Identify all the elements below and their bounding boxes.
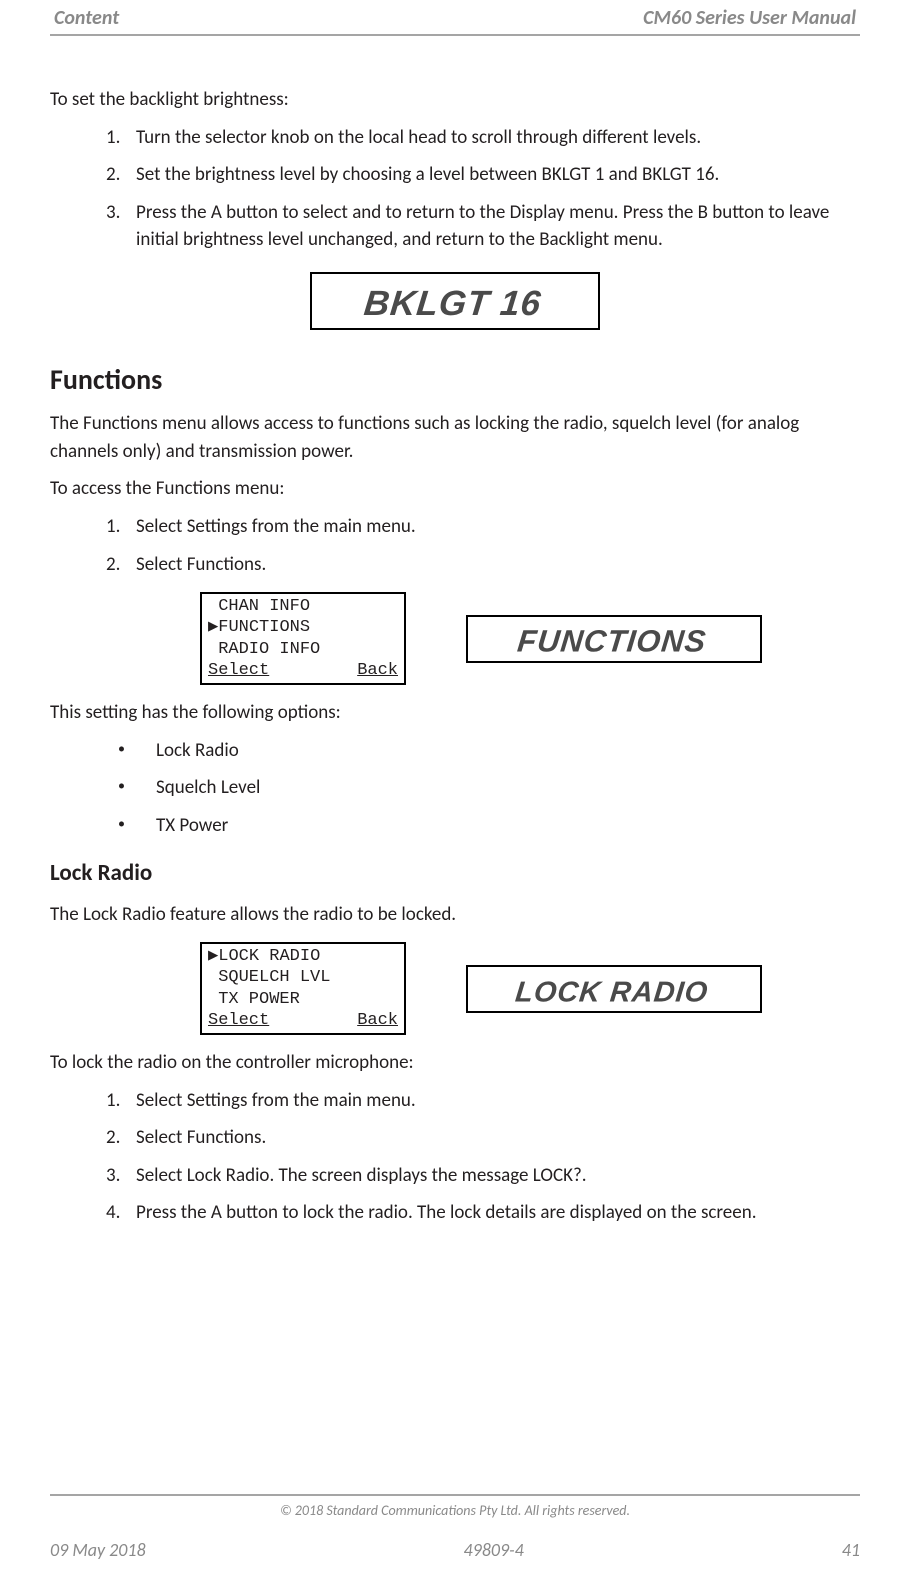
svg-text:BKLGT 16: BKLGT 16 bbox=[362, 284, 543, 323]
svg-text:FUNCTIONS: FUNCTIONS bbox=[516, 623, 708, 658]
menu-back-label: Back bbox=[357, 660, 398, 681]
copyright-bar: © 2018 Standard Communications Pty Ltd. … bbox=[50, 1494, 860, 1519]
menu-display-lockradio: ▶LOCK RADIO SQUELCH LVL TX POWER SelectB… bbox=[200, 942, 406, 1035]
lockradio-menu-row: ▶LOCK RADIO SQUELCH LVL TX POWER SelectB… bbox=[200, 942, 860, 1035]
list-item: Select Lock Radio. The screen displays t… bbox=[136, 1162, 860, 1190]
functions-desc: The Functions menu allows access to func… bbox=[50, 410, 860, 465]
page-body: To set the backlight brightness: Turn th… bbox=[50, 36, 860, 1227]
lcd-display-lockradio: LOCK RADIO bbox=[466, 965, 762, 1013]
backlight-steps: Turn the selector knob on the local head… bbox=[50, 124, 860, 254]
menu-select-label: Select bbox=[208, 660, 269, 681]
list-item: Press the A button to lock the radio. Th… bbox=[136, 1199, 860, 1227]
svg-text:LOCK RADIO: LOCK RADIO bbox=[514, 976, 710, 1008]
menu-select-label: Select bbox=[208, 1010, 269, 1031]
footer-page: 41 bbox=[842, 1539, 860, 1561]
header-left: Content bbox=[54, 6, 119, 30]
menu-display-functions: CHAN INFO ▶FUNCTIONS RADIO INFO SelectBa… bbox=[200, 592, 406, 685]
lockradio-heading: Lock Radio bbox=[50, 857, 860, 890]
list-item: Press the A button to select and to retu… bbox=[136, 199, 860, 254]
menu-marker-icon: ▶ bbox=[208, 947, 218, 966]
page: Content CM60 Series User Manual To set t… bbox=[0, 0, 910, 1573]
list-item: Select Functions. bbox=[136, 551, 860, 579]
list-item: TX Power bbox=[136, 812, 860, 840]
lcd-text-icon: FUNCTIONS bbox=[479, 621, 749, 661]
functions-access-steps: Select Settings from the main menu. Sele… bbox=[50, 513, 860, 578]
menu-marker-icon: ▶ bbox=[208, 618, 218, 637]
copyright-text: © 2018 Standard Communications Pty Ltd. … bbox=[280, 1502, 630, 1519]
lcd-text-icon: LOCK RADIO bbox=[479, 971, 749, 1011]
list-item: Select Settings from the main menu. bbox=[136, 1087, 860, 1115]
list-item: Squelch Level bbox=[136, 774, 860, 802]
functions-access-intro: To access the Functions menu: bbox=[50, 475, 860, 503]
list-item: Set the brightness level by choosing a l… bbox=[136, 161, 860, 189]
list-item: Select Settings from the main menu. bbox=[136, 513, 860, 541]
page-footer: 09 May 2018 49809-4 41 bbox=[50, 1539, 860, 1561]
functions-menu-row: CHAN INFO ▶FUNCTIONS RADIO INFO SelectBa… bbox=[200, 592, 860, 685]
functions-heading: Functions bbox=[50, 360, 860, 401]
lockradio-lock-intro: To lock the radio on the controller micr… bbox=[50, 1049, 860, 1077]
lcd-display-backlight: BKLGT 16 bbox=[310, 272, 600, 330]
lcd-text-icon: BKLGT 16 bbox=[335, 280, 575, 326]
page-header: Content CM60 Series User Manual bbox=[50, 0, 860, 36]
lockradio-desc: The Lock Radio feature allows the radio … bbox=[50, 901, 860, 929]
backlight-intro: To set the backlight brightness: bbox=[50, 86, 860, 114]
list-item: Lock Radio bbox=[136, 737, 860, 765]
footer-date: 09 May 2018 bbox=[50, 1539, 146, 1561]
lcd-display-functions: FUNCTIONS bbox=[466, 615, 762, 663]
lockradio-lock-steps: Select Settings from the main menu. Sele… bbox=[50, 1087, 860, 1227]
footer-doc: 49809-4 bbox=[464, 1539, 524, 1561]
functions-options-intro: This setting has the following options: bbox=[50, 699, 860, 727]
header-right: CM60 Series User Manual bbox=[643, 6, 856, 30]
menu-back-label: Back bbox=[357, 1010, 398, 1031]
functions-options: Lock Radio Squelch Level TX Power bbox=[50, 737, 860, 840]
list-item: Select Functions. bbox=[136, 1124, 860, 1152]
list-item: Turn the selector knob on the local head… bbox=[136, 124, 860, 152]
